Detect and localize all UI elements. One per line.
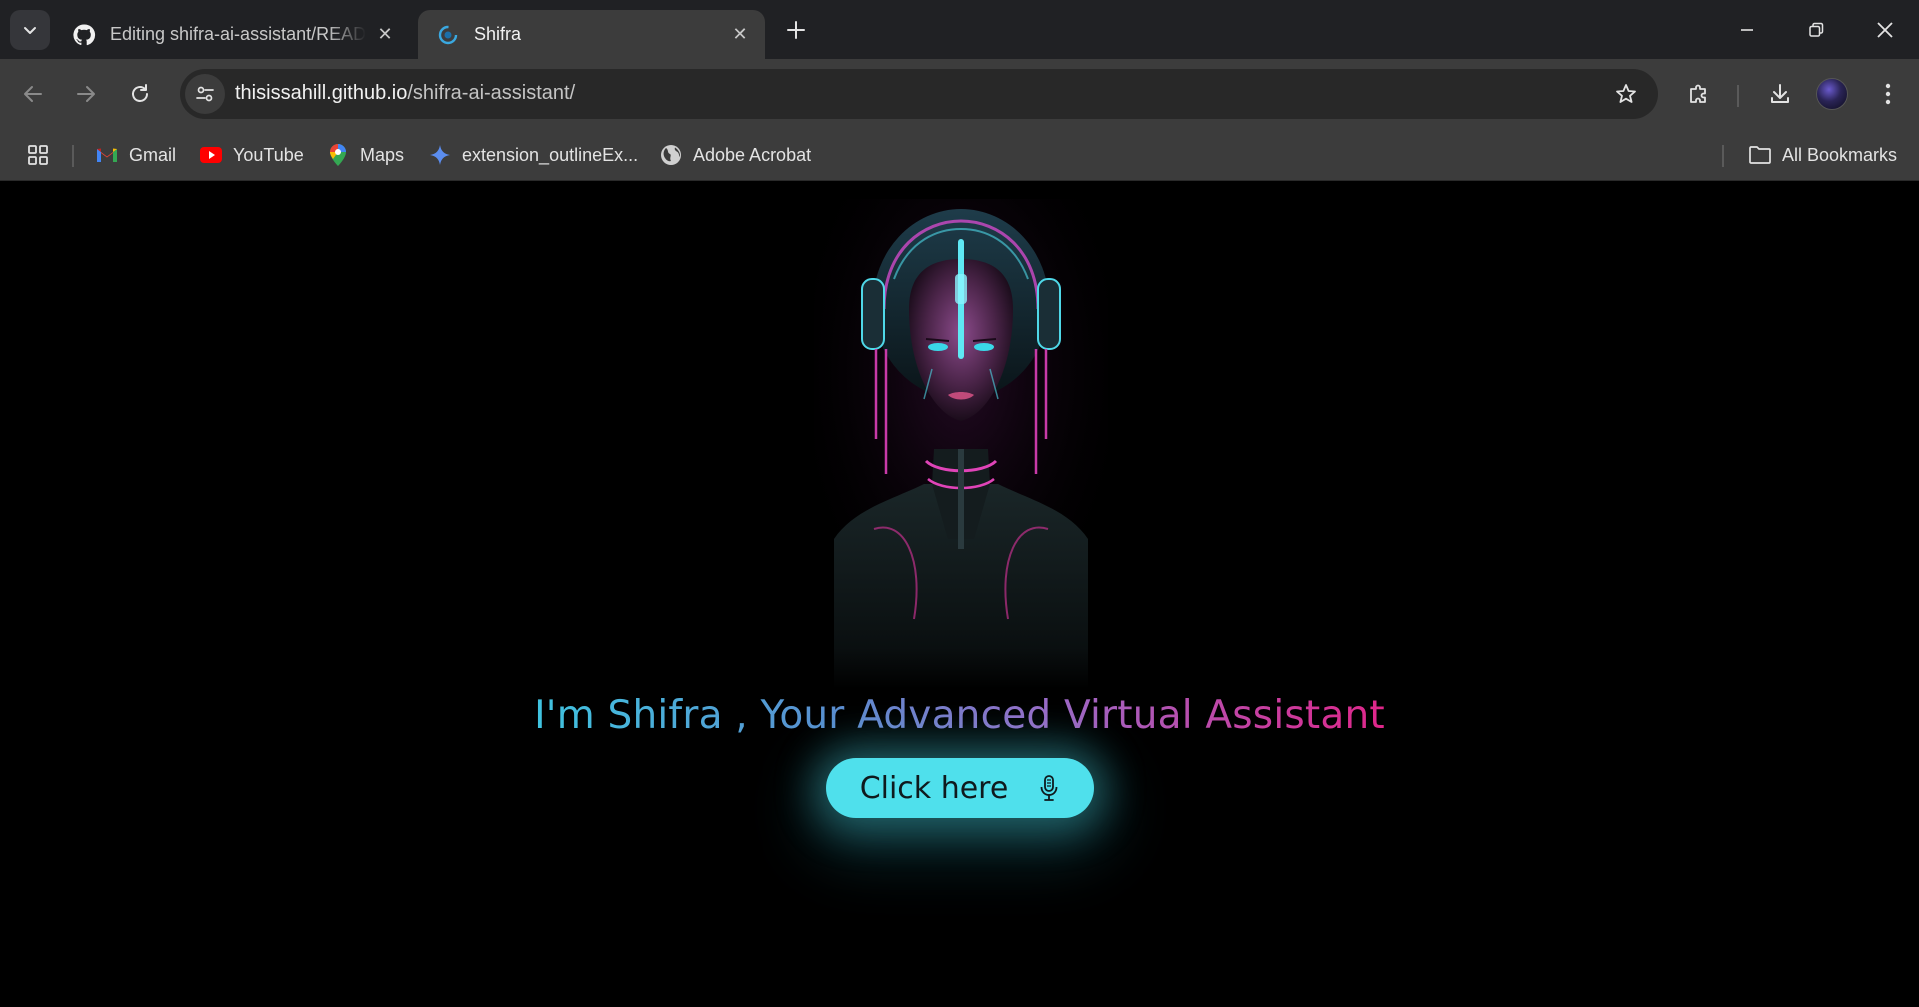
arrow-left-icon — [24, 86, 42, 102]
profile-avatar[interactable] — [1816, 78, 1848, 110]
sparkle-icon — [428, 143, 452, 167]
bookmark-extension-outline[interactable]: extension_outlineEx... — [428, 139, 638, 171]
url-text[interactable]: thisissahill.github.io/shifra-ai-assista… — [235, 82, 575, 105]
url-path: /shifra-ai-assistant/ — [407, 82, 576, 104]
toolbar-divider — [1737, 85, 1739, 107]
download-icon — [1771, 84, 1789, 103]
click-here-button[interactable]: Click here — [826, 758, 1094, 818]
globe-icon — [659, 143, 683, 167]
page-content: I'm Shifra , Your Advanced Virtual Assis… — [0, 181, 1919, 1007]
bookmarks-divider — [1722, 145, 1724, 167]
browser-toolbar: thisissahill.github.io/shifra-ai-assista… — [0, 59, 1919, 129]
tab-title: Editing shifra-ai-assistant/READ — [110, 24, 366, 44]
minimize-button[interactable] — [1713, 0, 1781, 59]
assistant-portrait-image — [814, 199, 1108, 689]
menu-button[interactable] — [1868, 74, 1908, 114]
site-info-button[interactable] — [185, 74, 225, 114]
bookmark-label: extension_outlineEx... — [462, 144, 639, 165]
minimize-icon — [1741, 28, 1753, 31]
new-tab-button[interactable] — [778, 12, 814, 48]
puzzle-icon — [1690, 84, 1706, 103]
bookmark-adobe-acrobat[interactable]: Adobe Acrobat — [659, 139, 811, 171]
extensions-button[interactable] — [1679, 74, 1719, 114]
plus-icon — [787, 21, 805, 39]
restore-icon — [1809, 22, 1824, 37]
close-icon — [1877, 21, 1893, 38]
folder-icon — [1748, 143, 1772, 167]
bookmark-label: YouTube — [233, 144, 304, 165]
close-tab-icon[interactable]: ✕ — [729, 24, 751, 46]
arrow-right-icon — [77, 86, 95, 102]
bookmarks-bar: Gmail YouTube Maps extension_outlineEx..… — [0, 129, 1919, 181]
close-tab-icon[interactable]: ✕ — [374, 24, 396, 46]
bookmark-label: Gmail — [129, 144, 177, 165]
reload-button[interactable] — [120, 74, 160, 114]
tab-github-editing[interactable]: Editing shifra-ai-assistant/READ ✕ — [54, 10, 410, 59]
click-here-label: Click here — [859, 770, 1009, 806]
apps-grid-icon — [28, 145, 48, 165]
bookmark-gmail[interactable]: Gmail — [95, 139, 176, 171]
page-headline: I'm Shifra , Your Advanced Virtual Assis… — [0, 693, 1919, 738]
close-window-button[interactable] — [1851, 0, 1919, 59]
github-icon — [72, 23, 96, 47]
chevron-down-icon — [24, 27, 36, 34]
headline-text: I'm Shifra , Your Advanced Virtual Assis… — [534, 693, 1385, 738]
shifra-icon — [436, 23, 460, 47]
bookmark-youtube[interactable]: YouTube — [199, 139, 304, 171]
url-host: thisissahill.github.io — [235, 82, 408, 104]
all-bookmarks-label: All Bookmarks — [1782, 144, 1898, 165]
downloads-button[interactable] — [1760, 74, 1800, 114]
forward-button[interactable] — [66, 74, 106, 114]
tab-strip: Editing shifra-ai-assistant/READ ✕ Shifr… — [0, 0, 1919, 59]
restore-button[interactable] — [1782, 0, 1850, 59]
apps-button[interactable] — [26, 139, 50, 171]
bookmark-maps[interactable]: Maps — [326, 139, 404, 171]
bookmarks-divider — [72, 145, 74, 167]
gmail-icon — [95, 143, 119, 167]
star-icon — [1616, 84, 1636, 103]
youtube-icon — [199, 143, 223, 167]
all-bookmarks-button[interactable]: All Bookmarks — [1748, 139, 1897, 171]
maps-icon — [326, 143, 350, 167]
microphone-icon — [1038, 773, 1060, 803]
tab-title: Shifra — [474, 24, 522, 44]
tab-shifra-active[interactable]: Shifra ✕ — [418, 10, 765, 59]
back-button[interactable] — [13, 74, 53, 114]
tab-search-button[interactable] — [10, 10, 50, 50]
reload-icon — [132, 84, 148, 102]
bookmark-label: Maps — [360, 144, 405, 165]
bookmark-star-button[interactable] — [1606, 74, 1646, 114]
more-vertical-icon — [1885, 83, 1891, 105]
bookmark-label: Adobe Acrobat — [693, 144, 812, 165]
address-bar[interactable]: thisissahill.github.io/shifra-ai-assista… — [180, 69, 1658, 119]
tune-icon — [196, 86, 214, 102]
